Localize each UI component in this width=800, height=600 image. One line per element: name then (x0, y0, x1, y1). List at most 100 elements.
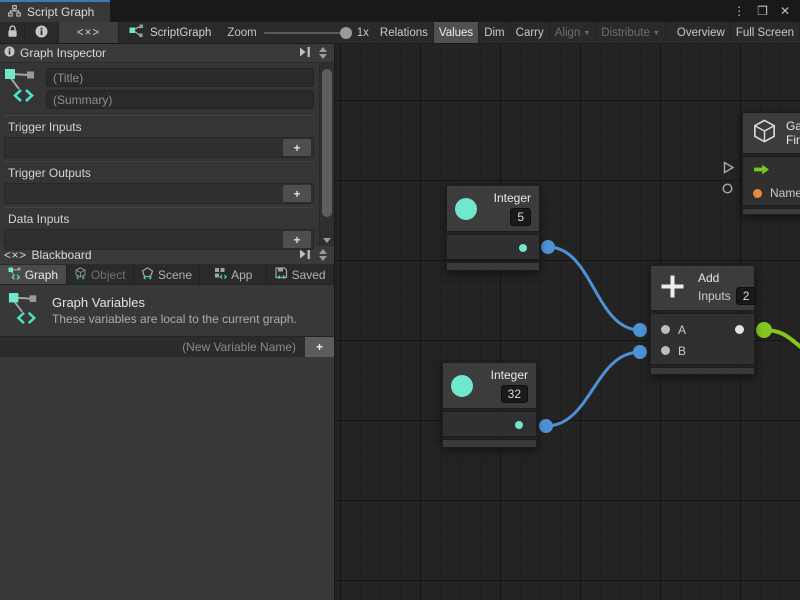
lock-button[interactable] (0, 22, 25, 43)
add-variable-button[interactable]: + (304, 337, 334, 358)
port-label: A (678, 323, 686, 337)
wire-endpoint[interactable] (756, 322, 772, 338)
close-icon[interactable]: ✕ (780, 4, 790, 18)
chevron-down-icon: ▼ (583, 30, 590, 37)
overview-button[interactable]: Overview (672, 22, 731, 43)
integer-type-icon (451, 375, 473, 397)
window-menu-icon[interactable]: ⋮ (733, 4, 745, 18)
wire-endpoint[interactable] (539, 419, 553, 433)
input-port-a[interactable] (661, 325, 670, 334)
output-port[interactable] (735, 325, 744, 334)
graph-meta-row: (Title) (Summary) (4, 68, 314, 109)
name-input-port[interactable] (753, 189, 762, 198)
tab-scene-variables[interactable]: Scene (134, 265, 201, 284)
new-variable-input[interactable]: (New Variable Name) (0, 340, 304, 354)
trigger-inputs-list: + (4, 137, 314, 158)
graph-variables-subtitle: These variables are local to the current… (52, 312, 297, 326)
values-button[interactable]: Values (434, 22, 479, 43)
graph-inspector-body: (Title) (Summary) Trigger Inputs + Trigg… (0, 63, 334, 246)
output-port[interactable] (519, 244, 527, 252)
add-trigger-output-button[interactable]: + (283, 185, 311, 202)
graph-canvas[interactable]: Integer 5 Integer 32 (335, 44, 800, 600)
app-variables-tab-icon (214, 267, 227, 283)
distribute-dropdown[interactable]: Distribute ▼ (596, 22, 666, 43)
tab-saved-variables[interactable]: Saved (267, 265, 334, 284)
inspector-scroll-arrows[interactable] (316, 47, 330, 59)
angle-brackets-icon: <×> (77, 27, 100, 39)
graph-breadcrumb[interactable]: ScriptGraph (119, 22, 221, 43)
integer-type-icon (455, 198, 477, 220)
graph-variables-tab-icon (8, 267, 21, 283)
data-input-marker-icon[interactable] (722, 183, 733, 196)
add-trigger-input-button[interactable]: + (283, 139, 311, 156)
scroll-down-icon[interactable] (323, 238, 331, 243)
output-port[interactable] (515, 421, 523, 429)
title-field[interactable]: (Title) (46, 68, 314, 87)
maximize-icon[interactable]: ❒ (757, 4, 768, 18)
node-footer (446, 262, 540, 271)
blackboard-title: Blackboard (32, 248, 294, 262)
inputs-label: Inputs (698, 289, 731, 303)
zoom-slider-thumb[interactable] (340, 27, 352, 39)
saved-variables-tab-icon (275, 267, 288, 283)
node-title: Find (786, 133, 800, 147)
wire-endpoint[interactable] (633, 323, 647, 337)
wire-endpoint[interactable] (633, 345, 647, 359)
zoom-value: 1x (357, 27, 369, 39)
scroll-up-icon[interactable] (319, 249, 327, 254)
name-port-row: Name (743, 182, 800, 204)
info-icon (35, 25, 48, 41)
inspector-scrollbar[interactable] (319, 63, 334, 246)
node-title: Add (698, 271, 756, 285)
tab-object-variables[interactable]: Object (67, 265, 134, 284)
trigger-input-marker-icon[interactable] (723, 161, 735, 176)
dock-icon[interactable] (299, 46, 311, 60)
node-footer (742, 208, 800, 215)
zoom-slider[interactable] (264, 32, 350, 34)
chevron-down-icon: ▼ (653, 30, 660, 37)
dim-button[interactable]: Dim (479, 22, 510, 43)
graph-name: ScriptGraph (150, 27, 211, 39)
wire-endpoint[interactable] (541, 240, 555, 254)
blackboard-scroll-arrows[interactable] (316, 249, 330, 261)
tab-app-variables[interactable]: App (200, 265, 267, 284)
node-body (442, 411, 537, 437)
full-screen-button[interactable]: Full Screen (731, 22, 800, 43)
scroll-down-icon[interactable] (319, 256, 327, 261)
node-add[interactable]: Add Inputs 2 A B (650, 265, 755, 375)
node-integer-5[interactable]: Integer 5 (446, 185, 540, 271)
integer-value-field[interactable]: 5 (510, 208, 531, 226)
graph-variables-icon (4, 68, 38, 107)
node-title: Integer (485, 191, 531, 205)
data-inputs-list: + (4, 229, 314, 250)
inspector-scrollbar-thumb[interactable] (322, 69, 332, 217)
connection-wire[interactable] (546, 352, 640, 426)
node-gameobject-find[interactable]: GameObject Find Name (742, 112, 800, 215)
align-dropdown[interactable]: Align ▼ (550, 22, 597, 43)
add-data-input-button[interactable]: + (283, 231, 311, 248)
node-body (446, 234, 540, 260)
connection-wire[interactable] (764, 330, 800, 352)
integer-value-field[interactable]: 32 (501, 385, 528, 403)
tab-script-graph[interactable]: Script Graph (0, 0, 110, 22)
scene-variables-tab-icon (141, 267, 154, 283)
inspect-button[interactable] (25, 22, 59, 43)
inputs-count-field[interactable]: 2 (736, 287, 757, 305)
tab-graph-variables[interactable]: Graph (0, 265, 67, 284)
connection-wire[interactable] (548, 247, 640, 330)
scroll-up-icon[interactable] (319, 47, 327, 52)
dock-icon[interactable] (299, 248, 311, 262)
gameobject-cube-icon (751, 118, 778, 148)
lock-icon (7, 25, 18, 41)
summary-field[interactable]: (Summary) (46, 90, 314, 109)
node-integer-32[interactable]: Integer 32 (442, 362, 537, 448)
scroll-down-icon[interactable] (319, 54, 327, 59)
code-view-button[interactable]: <×> (59, 22, 119, 43)
port-label: B (678, 344, 686, 358)
input-port-b[interactable] (661, 346, 670, 355)
toolbar-right-group: Overview Full Screen (672, 22, 800, 43)
angle-brackets-icon: <×> (4, 248, 27, 262)
carry-button[interactable]: Carry (511, 22, 550, 43)
graph-inspector-title: Graph Inspector (20, 46, 294, 60)
relations-button[interactable]: Relations (375, 22, 434, 43)
